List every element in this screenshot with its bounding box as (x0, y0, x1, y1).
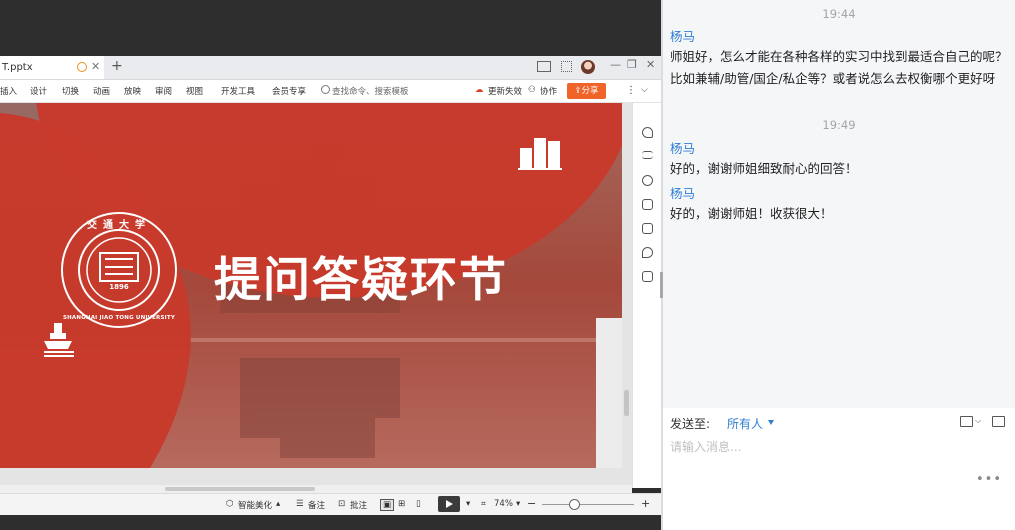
update-status[interactable]: 更新失效 (488, 85, 522, 97)
comments-button[interactable]: 批注 (350, 499, 367, 511)
horizontal-scrollbar[interactable] (0, 485, 632, 493)
ribbon-tab[interactable]: 审阅 (155, 85, 172, 97)
ribbon-tab[interactable]: 设计 (30, 85, 47, 97)
share-button[interactable]: ⇪分享 (567, 83, 606, 99)
chat-sender: 杨马 (670, 141, 696, 156)
vertical-scrollbar[interactable] (624, 390, 629, 416)
location-icon[interactable] (642, 247, 653, 258)
unsaved-warning-icon[interactable] (77, 62, 87, 72)
smart-beautify-button[interactable]: 智能美化 (238, 499, 272, 511)
collab-icon: ⚇ (528, 85, 536, 95)
rocket-icon[interactable] (642, 127, 653, 138)
ribbon-tab[interactable]: 切换 (62, 85, 79, 97)
document-tab[interactable]: T.pptx ✕ (0, 56, 104, 79)
chat-message: 好的，谢谢师姐细致耐心的回答！ (670, 161, 858, 176)
play-options-icon[interactable]: ▾ (466, 499, 470, 509)
book-icon[interactable] (642, 271, 653, 282)
chat-message-list[interactable]: 19:44 杨马 师姐好，怎么才能在各种各样的实习中找到最适合自己的呢？比如兼辅… (663, 0, 1015, 408)
slide-sorter-icon[interactable]: ⊞ (398, 499, 405, 509)
tab-bar: T.pptx ✕ + — ❐ ✕ (0, 56, 661, 80)
gallery-icon[interactable] (642, 199, 653, 210)
dark-top-area (0, 0, 661, 56)
document-tab-filename: T.pptx (2, 62, 33, 73)
slide[interactable]: 1896 SHANGHAI JIAO TONG UNIVERSITY 交通大学 … (0, 103, 622, 468)
seal-year: 1896 (109, 283, 129, 291)
more-options-icon[interactable]: ⋮ (626, 85, 636, 96)
send-target-dropdown[interactable]: 所有人 (727, 415, 763, 432)
chat-panel: 19:44 杨马 师姐好，怎么才能在各种各样的实习中找到最适合自己的呢？比如兼辅… (663, 0, 1015, 530)
fit-window-icon[interactable]: ⌗ (481, 499, 486, 509)
settings-icon[interactable] (642, 223, 653, 234)
chat-timestamp: 19:49 (822, 118, 856, 132)
zoom-slider-knob[interactable] (569, 499, 580, 510)
new-tab-icon[interactable]: + (111, 58, 123, 74)
ribbon-tab[interactable]: 视图 (186, 85, 203, 97)
reading-view-icon[interactable]: ▯ (416, 499, 421, 509)
chat-sender: 杨马 (670, 186, 696, 201)
ribbon-tab[interactable]: 开发工具 (221, 85, 255, 97)
close-tab-icon[interactable]: ✕ (91, 60, 100, 73)
minimize-icon[interactable]: — (610, 58, 621, 71)
notes-icon: ☰ (296, 499, 304, 509)
ribbon-tab[interactable]: 插入 (0, 85, 17, 97)
task-pane-toolbar (632, 103, 662, 488)
dark-bottom-area (0, 515, 661, 530)
presentation-window: T.pptx ✕ + — ❐ ✕ 插入 设计 切换 动画 放映 审阅 视图 开发工具 会员专享 … (0, 0, 662, 530)
more-options-icon[interactable]: ••• (976, 472, 1002, 487)
folder-icon[interactable] (960, 416, 973, 427)
slide-title[interactable]: 提问答疑环节 (214, 241, 508, 310)
comments-icon: ⊡ (338, 499, 346, 509)
zoom-level[interactable]: 74% (494, 499, 513, 509)
folder-caret-icon[interactable]: ⌵ (975, 416, 981, 426)
zoom-slider[interactable] (542, 504, 634, 505)
collab-button[interactable]: 协作 (540, 85, 557, 97)
send-to-label: 发送至: (670, 417, 711, 431)
avatar[interactable] (581, 60, 595, 74)
share-label: 分享 (581, 86, 599, 96)
close-window-icon[interactable]: ✕ (646, 58, 655, 71)
star-icon[interactable] (642, 175, 653, 186)
zoom-in-button[interactable]: + (641, 497, 650, 510)
zoom-out-button[interactable]: − (527, 497, 536, 510)
beautify-caret-icon[interactable]: ▴ (276, 499, 280, 509)
reading-mode-icon[interactable] (537, 61, 551, 72)
collapse-ribbon-icon[interactable]: ⌵ (641, 85, 648, 95)
chevron-down-icon[interactable] (768, 420, 774, 425)
ribbon-tab[interactable]: 会员专享 (272, 85, 306, 97)
zoom-caret-icon[interactable]: ▾ (516, 499, 520, 509)
seal-chinese-name: 交通大学 (87, 220, 151, 231)
share-icon: ⇪ (574, 86, 582, 96)
slide-canvas-area: 1896 SHANGHAI JIAO TONG UNIVERSITY 交通大学 … (0, 103, 632, 485)
notes-button[interactable]: 备注 (308, 499, 325, 511)
seal-university-name: SHANGHAI JIAO TONG UNIVERSITY (62, 315, 176, 321)
cloud-sync-icon: ☁ (475, 85, 484, 95)
chat-sender: 杨马 (670, 29, 696, 44)
play-slideshow-button[interactable] (438, 496, 460, 512)
beautify-icon: ⬡ (226, 499, 234, 509)
apps-grid-icon[interactable] (561, 61, 572, 72)
ribbon-tab[interactable]: 放映 (124, 85, 141, 97)
search-icon[interactable] (321, 85, 330, 94)
adjust-icon[interactable] (642, 151, 653, 159)
chat-message: 好的，谢谢师姐！收获很大！ (670, 206, 833, 221)
command-search[interactable]: 查找命令、搜索模板 (332, 85, 409, 97)
normal-view-icon[interactable]: ▣ (380, 499, 395, 511)
chat-message: 师姐好，怎么才能在各种各样的实习中找到最适合自己的呢？比如兼辅/助管/国企/私企… (670, 49, 1008, 86)
horizontal-scroll-thumb[interactable] (165, 487, 315, 491)
status-bar: ⬡ 智能美化 ▴ ☰ 备注 ⊡ 批注 ▣ ⊞ ▯ ▾ ⌗ 74% ▾ − + (0, 493, 661, 516)
message-input[interactable]: 请输入消息... (670, 438, 741, 455)
ribbon-menu: 插入 设计 切换 动画 放映 审阅 视图 开发工具 会员专享 查找命令、搜索模板 ☁ 更新失效 … (0, 80, 661, 103)
restore-icon[interactable]: ❐ (627, 58, 637, 71)
ribbon-tab[interactable]: 动画 (93, 85, 110, 97)
meeting-settings-icon[interactable] (992, 416, 1005, 427)
chat-timestamp: 19:44 (822, 7, 856, 21)
